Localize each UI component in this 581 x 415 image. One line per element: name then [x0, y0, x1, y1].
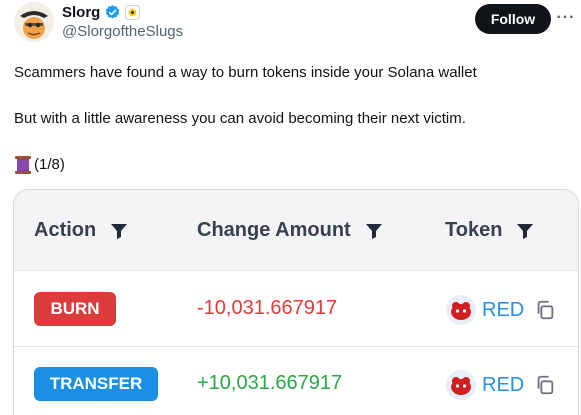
column-header-action[interactable]: Action: [34, 219, 128, 242]
change-amount: +10,031.667917: [197, 372, 343, 394]
column-header-token[interactable]: Token: [445, 219, 534, 242]
red-token-logo-icon: [446, 295, 476, 325]
display-name[interactable]: Slorg: [62, 4, 100, 21]
affiliate-badge-icon: [125, 5, 141, 20]
token-cell: RED: [446, 295, 556, 325]
token-symbol-link[interactable]: RED: [482, 374, 524, 397]
more-options-icon: ···: [556, 9, 576, 26]
avatar-character-icon: [14, 2, 54, 42]
filter-funnel-icon: [365, 223, 382, 239]
follow-button[interactable]: Follow: [475, 4, 551, 34]
red-token-logo-icon: [446, 370, 476, 400]
verified-badge-icon: [106, 5, 120, 19]
action-badge-burn: BURN: [34, 292, 116, 326]
copy-icon[interactable]: [534, 299, 556, 321]
copy-icon[interactable]: [534, 374, 556, 396]
table-header: Action Change Amount Token: [14, 190, 578, 271]
author-name-row: Slorg: [62, 4, 141, 21]
table-row: TRANSFER +10,031.667917 RED: [14, 348, 578, 415]
column-header-label: Token: [445, 219, 503, 241]
column-header-label: Change Amount: [197, 219, 351, 241]
more-options-button[interactable]: ···: [555, 8, 577, 28]
spool-of-thread-emoji-icon: [15, 156, 31, 174]
author-handle[interactable]: @SlorgoftheSlugs: [62, 23, 183, 40]
tweet-text-line-2: But with a little awareness you can avoi…: [14, 110, 466, 127]
filter-funnel-icon: [517, 223, 534, 239]
tweet-text-line-1: Scammers have found a way to burn tokens…: [14, 64, 477, 81]
tweet-media-image[interactable]: Action Change Amount Token BURN -10,031.…: [13, 189, 579, 415]
table-row: BURN -10,031.667917 RED: [14, 271, 578, 347]
avatar[interactable]: [14, 2, 54, 42]
token-cell: RED: [446, 370, 556, 400]
action-badge-transfer: TRANSFER: [34, 367, 158, 401]
thread-counter-line: (1/8): [14, 155, 65, 175]
filter-funnel-icon: [111, 223, 128, 239]
thread-counter: (1/8): [34, 156, 65, 173]
token-symbol-link[interactable]: RED: [482, 299, 524, 322]
column-header-label: Action: [34, 219, 97, 241]
column-header-change-amount[interactable]: Change Amount: [197, 219, 383, 242]
change-amount: -10,031.667917: [197, 297, 338, 319]
